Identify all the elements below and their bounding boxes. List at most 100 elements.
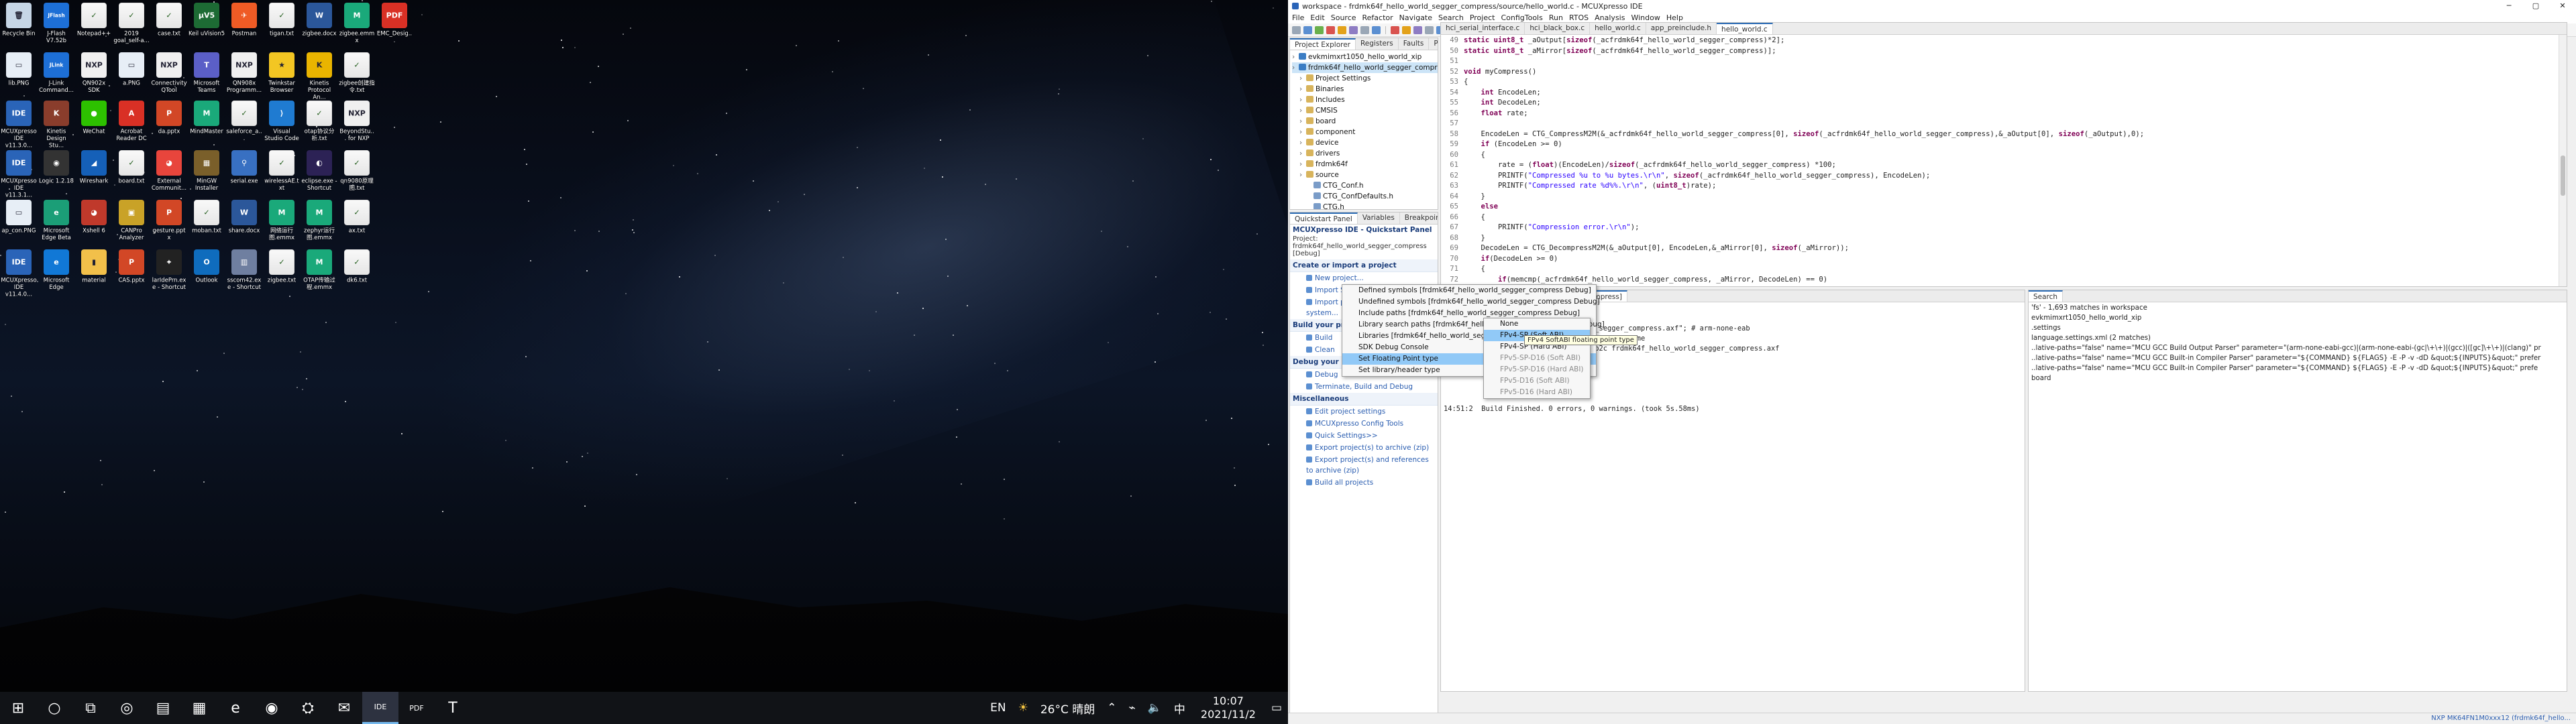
desktop-icon[interactable]: M 网络运行图.emmx bbox=[263, 198, 301, 247]
tree-item[interactable]: CTG_ConfDefaults.h bbox=[1292, 191, 1438, 202]
tree-item[interactable]: CTG.h bbox=[1292, 202, 1438, 209]
expand-icon[interactable]: › bbox=[1292, 52, 1299, 62]
search-result-line[interactable]: ..lative-paths="false" name="MCU GCC Bui… bbox=[2031, 363, 2564, 373]
quickstart-tab[interactable]: Breakpoints bbox=[1400, 213, 1438, 224]
taskbar-app-icon[interactable]: ◎ bbox=[109, 692, 145, 724]
tree-item[interactable]: › CMSIS bbox=[1292, 105, 1438, 116]
search-result-line[interactable]: language.settings.xml (2 matches) bbox=[2031, 333, 2564, 343]
tree-item[interactable]: › Project Settings bbox=[1292, 73, 1438, 84]
toolbar-button-icon[interactable] bbox=[1402, 25, 1411, 34]
toolbar-button-icon[interactable] bbox=[1326, 25, 1335, 34]
search-result-line[interactable]: ..lative-paths="false" name="MCU GCC Bui… bbox=[2031, 353, 2564, 363]
tree-item[interactable]: › frdmk64f_hello_world_segger_compress <D… bbox=[1292, 62, 1438, 73]
quickstart-tab[interactable]: Variables bbox=[1358, 213, 1400, 224]
desktop-icon[interactable]: ✓ moban.txt bbox=[188, 198, 225, 247]
taskbar-app-icon[interactable]: IDE bbox=[362, 692, 398, 724]
explorer-tab[interactable]: Registers bbox=[1356, 38, 1399, 50]
taskbar-app-icon[interactable]: ▤ bbox=[145, 692, 181, 724]
clock[interactable]: 10:07 2021/11/2 bbox=[1191, 695, 1265, 721]
tree-item[interactable]: › frdmk64f bbox=[1292, 159, 1438, 170]
toolbar-button-icon[interactable] bbox=[1413, 25, 1422, 34]
desktop-icon[interactable]: Wzigbee.docx bbox=[301, 1, 338, 50]
code-editor[interactable]: 49 static uint8_t _aOutput[sizeof(_acfrdm… bbox=[1441, 35, 2567, 286]
desktop-icon[interactable]: O Outlook bbox=[188, 248, 225, 297]
weather-text[interactable]: 26°C 晴朗 bbox=[1034, 700, 1101, 717]
menu-item[interactable]: Source bbox=[1331, 13, 1356, 22]
toolbar-button-icon[interactable] bbox=[1425, 25, 1434, 34]
desktop-icon[interactable]: NXP BeyondStu... for NXP bbox=[338, 99, 376, 148]
search-result-line[interactable]: .settings bbox=[2031, 323, 2564, 333]
desktop-icon[interactable]: ⟩ Visual Studio Code bbox=[263, 99, 301, 148]
desktop-icon[interactable]: ✓ wirelessAE.txt bbox=[263, 149, 301, 198]
desktop-icon[interactable]: ▭ lib.PNG bbox=[0, 51, 38, 100]
submenu-item[interactable]: FPv5-SP-D16 (Hard ABI) bbox=[1484, 364, 1590, 375]
desktop-icon[interactable]: ◕ Xshell 6 bbox=[75, 198, 113, 247]
taskbar-app-icon[interactable]: ⛭ bbox=[290, 692, 326, 724]
desktop-icon[interactable]: Mzephyr运行图.emmx bbox=[301, 198, 338, 247]
taskbar-app-icon[interactable]: ⧉ bbox=[72, 692, 109, 724]
submenu-item[interactable]: FPv5-D16 (Soft ABI) bbox=[1484, 375, 1590, 387]
quickstart-link[interactable]: Build all projects bbox=[1290, 477, 1438, 489]
explorer-tab[interactable]: Faults bbox=[1399, 38, 1430, 50]
toolbar-button-icon[interactable] bbox=[1315, 25, 1324, 34]
tree-item[interactable]: › component bbox=[1292, 127, 1438, 137]
menu-item[interactable]: Search bbox=[1438, 13, 1464, 22]
taskbar-app-icon[interactable]: PDF bbox=[398, 692, 435, 724]
search-result-line[interactable]: board bbox=[2031, 373, 2564, 383]
toolbar-button-icon[interactable] bbox=[1338, 25, 1346, 34]
desktop-icon[interactable]: ✈ Postman bbox=[225, 1, 263, 50]
tree-item[interactable]: › evkmimxrt1050_hello_world_xip bbox=[1292, 52, 1438, 62]
toolbar-button-icon[interactable] bbox=[1385, 25, 1386, 34]
desktop-icon[interactable]: 🗑 Recycle Bin bbox=[0, 1, 38, 50]
submenu-item[interactable]: None bbox=[1484, 318, 1590, 330]
tree-item[interactable]: › device bbox=[1292, 137, 1438, 148]
desktop-icon[interactable]: ⚲ serial.exe bbox=[225, 149, 263, 198]
expand-icon[interactable]: › bbox=[1299, 95, 1306, 105]
tab-search[interactable]: Search bbox=[2029, 290, 2063, 302]
desktop-icon[interactable]: ▥ sscom42.exe - Shortcut bbox=[225, 248, 263, 297]
ime-icon[interactable]: 中 bbox=[1168, 700, 1191, 717]
quickstart-link[interactable]: MCUXpresso Config Tools bbox=[1290, 418, 1438, 430]
desktop-icon[interactable]: NXP Connectivity QTool bbox=[150, 51, 188, 100]
menu-item[interactable]: ConfigTools bbox=[1501, 13, 1542, 22]
taskbar-app-icon[interactable]: T bbox=[435, 692, 471, 724]
desktop-icon[interactable]: P CAS.pptx bbox=[113, 248, 150, 297]
desktop-icon[interactable]: Pda.pptx bbox=[150, 99, 188, 148]
expand-icon[interactable]: › bbox=[1299, 148, 1306, 159]
editor-tab[interactable]: hci_black_box.c bbox=[1525, 23, 1591, 34]
language-indicator[interactable]: EN bbox=[984, 701, 1012, 715]
desktop-icon[interactable]: A Acrobat Reader DC bbox=[113, 99, 150, 148]
menu-item[interactable]: Edit bbox=[1310, 13, 1324, 22]
desktop-icon[interactable]: ✓ dk6.txt bbox=[338, 248, 376, 297]
toolbar-button-icon[interactable] bbox=[1372, 25, 1381, 34]
expand-icon[interactable]: › bbox=[1299, 84, 1306, 95]
desktop-icon[interactable]: NXP QN902x SDK bbox=[75, 51, 113, 100]
expand-icon[interactable]: › bbox=[1299, 73, 1306, 84]
desktop-icon[interactable]: JFlash J-Flash V7.52b bbox=[38, 1, 75, 50]
expand-icon[interactable]: › bbox=[1292, 62, 1299, 73]
editor-tab[interactable]: hci_serial_interface.c bbox=[1441, 23, 1525, 34]
expand-icon[interactable]: › bbox=[1299, 116, 1306, 127]
taskbar-app-icon[interactable]: ○ bbox=[36, 692, 72, 724]
tree-item[interactable]: › board bbox=[1292, 116, 1438, 127]
quickstart-link[interactable]: Edit project settings bbox=[1290, 406, 1438, 418]
quickstart-link[interactable]: Terminate, Build and Debug bbox=[1290, 381, 1438, 393]
desktop-icon[interactable]: ✓ tigan.txt bbox=[263, 1, 301, 50]
editor-tab[interactable]: hello_world.c bbox=[1590, 23, 1646, 34]
desktop-icon[interactable]: e Microsoft Edge Beta bbox=[38, 198, 75, 247]
expand-icon[interactable]: › bbox=[1299, 137, 1306, 148]
desktop-icon[interactable]: ✓ board.txt bbox=[113, 149, 150, 198]
network-icon[interactable]: ⌁ bbox=[1122, 701, 1141, 715]
desktop-icon[interactable]: ✓ qn9080原理图.txt bbox=[338, 149, 376, 198]
editor-tab[interactable]: app_preinclude.h bbox=[1646, 23, 1717, 34]
quickstart-link[interactable]: New project... bbox=[1290, 272, 1438, 284]
desktop-icon[interactable]: ✓ otap协议分析.txt bbox=[301, 99, 338, 148]
quickstart-link[interactable]: Export project(s) and references to arch… bbox=[1290, 454, 1438, 477]
desktop-icon[interactable]: ◢ Wireshark bbox=[75, 149, 113, 198]
explorer-tab[interactable]: Project Explorer bbox=[1290, 38, 1356, 50]
desktop-icon[interactable]: ✓ saleforce_a... bbox=[225, 99, 263, 148]
desktop-icon[interactable]: Mzigbee.emmx bbox=[338, 1, 376, 50]
desktop-icon[interactable]: ⌖ larIdePrn.exe - Shortcut bbox=[150, 248, 188, 297]
submenu-item[interactable]: FPv5-SP-D16 (Soft ABI) bbox=[1484, 353, 1590, 364]
taskbar-app-icon[interactable]: ⊞ bbox=[0, 692, 36, 724]
